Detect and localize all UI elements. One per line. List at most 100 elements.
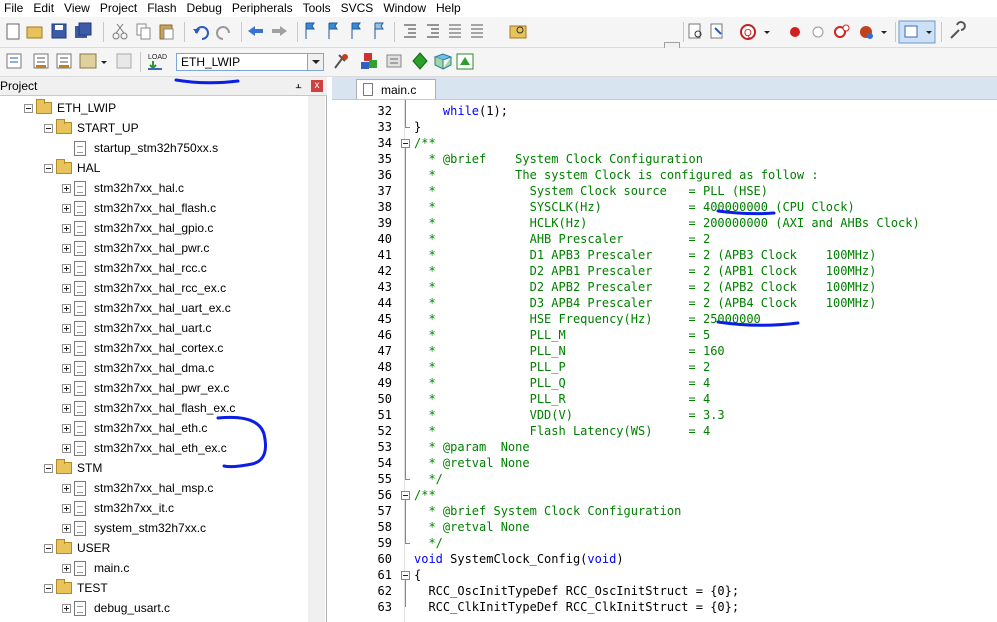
collapse-minus-icon[interactable] (44, 123, 53, 133)
debug-session-icon[interactable]: Q (740, 24, 756, 40)
tree-file-item[interactable]: main.c (62, 558, 129, 578)
code-editor[interactable]: 32 while(1); 33} 34/** 35 * @brief System C… (332, 100, 997, 622)
expand-plus-icon[interactable] (62, 443, 71, 453)
menu-edit[interactable]: Edit (28, 0, 59, 17)
tree-file-item[interactable]: stm32h7xx_hal_eth.c (62, 418, 207, 438)
breakpoint-kill-icon[interactable] (834, 24, 850, 38)
breakpoint-icon[interactable] (790, 27, 800, 37)
collapse-minus-icon[interactable] (44, 463, 53, 473)
bookmark-clear-icon[interactable] (374, 22, 384, 39)
tree-file-item[interactable]: stm32h7xx_hal_pwr_ex.c (62, 378, 229, 398)
fold-collapse-icon[interactable] (401, 491, 410, 500)
menu-window[interactable]: Window (378, 0, 431, 17)
tree-file-item[interactable]: stm32h7xx_hal_gpio.c (62, 218, 213, 238)
fold-collapse-icon[interactable] (401, 571, 410, 580)
save-icon[interactable] (51, 23, 67, 39)
project-scrollbar[interactable] (308, 96, 325, 622)
translate-icon[interactable] (6, 53, 22, 69)
undo-icon[interactable] (193, 26, 209, 40)
bookmark-prev-icon[interactable] (328, 22, 338, 39)
manage-project-items-icon[interactable] (361, 53, 377, 69)
menu-svcs[interactable]: SVCS (336, 0, 379, 17)
expand-plus-icon[interactable] (62, 383, 71, 393)
find-in-files-icon[interactable] (509, 25, 527, 39)
menu-help[interactable]: Help (431, 0, 466, 17)
expand-plus-icon[interactable] (62, 223, 71, 233)
menu-peripherals[interactable]: Peripherals (227, 0, 298, 17)
menu-project[interactable]: Project (95, 0, 142, 17)
window-layout-icon[interactable] (898, 20, 936, 44)
configure-icon[interactable] (950, 21, 966, 39)
new-file-icon[interactable] (6, 23, 20, 40)
tree-file-item[interactable]: stm32h7xx_hal_flash_ex.c (62, 398, 235, 418)
tree-file-item[interactable]: stm32h7xx_it.c (62, 498, 174, 518)
fold-collapse-icon[interactable] (401, 139, 410, 148)
pin-icon[interactable]: ⫠ (295, 79, 302, 92)
expand-plus-icon[interactable] (62, 403, 71, 413)
tree-file-item[interactable]: stm32h7xx_hal_uart_ex.c (62, 298, 231, 318)
tree-file-item[interactable]: stm32h7xx_hal_rcc_ex.c (62, 278, 226, 298)
rebuild-icon[interactable] (56, 53, 72, 69)
tree-folder-item[interactable]: HAL (44, 158, 100, 178)
collapse-minus-icon[interactable] (44, 583, 53, 593)
expand-plus-icon[interactable] (62, 483, 71, 493)
stop-build-icon[interactable] (116, 53, 132, 69)
indent-icon[interactable] (404, 24, 416, 38)
expand-plus-icon[interactable] (62, 283, 71, 293)
open-folder-icon[interactable] (26, 26, 43, 39)
bookmark-next-icon[interactable] (351, 22, 361, 39)
tree-file-item[interactable]: stm32h7xx_hal_msp.c (62, 478, 213, 498)
bookmark-icon[interactable] (305, 22, 315, 39)
collapse-minus-icon[interactable] (44, 543, 53, 553)
tree-folder-item[interactable]: START_UP (44, 118, 139, 138)
chevron-down-icon[interactable] (307, 54, 323, 70)
uncomment-icon[interactable] (471, 24, 483, 38)
expand-plus-icon[interactable] (62, 563, 71, 573)
expand-plus-icon[interactable] (62, 243, 71, 253)
expand-plus-icon[interactable] (62, 303, 71, 313)
tab-main-c[interactable]: main.c (356, 79, 436, 99)
menu-flash[interactable]: Flash (142, 0, 181, 17)
breakpoint-disable-icon[interactable] (812, 26, 824, 38)
expand-plus-icon[interactable] (62, 503, 71, 513)
tree-file-item[interactable]: stm32h7xx_hal_pwr.c (62, 238, 209, 258)
tree-file-item[interactable]: stm32h7xx_hal.c (62, 178, 184, 198)
expand-plus-icon[interactable] (62, 343, 71, 353)
menu-file[interactable]: File (0, 0, 28, 17)
tree-file-item[interactable]: stm32h7xx_hal_uart.c (62, 318, 211, 338)
nav-forward-icon[interactable] (272, 26, 287, 36)
save-all-icon[interactable] (75, 22, 92, 38)
tree-folder-item[interactable]: TEST (44, 578, 108, 598)
batch-build-icon[interactable] (79, 53, 107, 69)
expand-plus-icon[interactable] (62, 363, 71, 373)
tree-folder-item[interactable]: ETH_LWIP (24, 98, 116, 118)
target-options-icon[interactable] (334, 54, 348, 69)
breakpoint-all-icon[interactable] (860, 26, 873, 39)
tree-file-item[interactable]: stm32h7xx_hal_flash.c (62, 198, 216, 218)
comment-icon[interactable] (449, 24, 461, 38)
copy-icon[interactable] (136, 23, 151, 40)
expand-plus-icon[interactable] (62, 183, 71, 193)
tree-file-item[interactable]: debug_usart.c (62, 598, 170, 618)
download-icon[interactable]: LOAD (148, 54, 167, 70)
build-icon[interactable] (33, 53, 49, 69)
tree-folder-item[interactable]: STM (44, 458, 102, 478)
tree-file-item[interactable]: stm32h7xx_hal_cortex.c (62, 338, 223, 358)
pack-installer-icon[interactable] (433, 53, 453, 70)
expand-plus-icon[interactable] (62, 323, 71, 333)
redo-icon[interactable] (216, 26, 230, 40)
find-icon[interactable] (688, 23, 702, 39)
menu-tools[interactable]: Tools (298, 0, 336, 17)
unindent-icon[interactable] (427, 24, 439, 38)
tree-file-item[interactable]: stm32h7xx_hal_eth_ex.c (62, 438, 227, 458)
expand-plus-icon[interactable] (62, 423, 71, 433)
manage-run-time-icon[interactable] (412, 52, 428, 70)
expand-plus-icon[interactable] (62, 523, 71, 533)
nav-back-icon[interactable] (248, 26, 263, 36)
select-packs-icon[interactable] (386, 54, 402, 68)
target-select[interactable]: ETH_LWIP (176, 53, 324, 71)
collapse-minus-icon[interactable] (44, 163, 53, 173)
menu-view[interactable]: View (59, 0, 95, 17)
menu-debug[interactable]: Debug (182, 0, 227, 17)
paste-icon[interactable] (159, 24, 174, 40)
